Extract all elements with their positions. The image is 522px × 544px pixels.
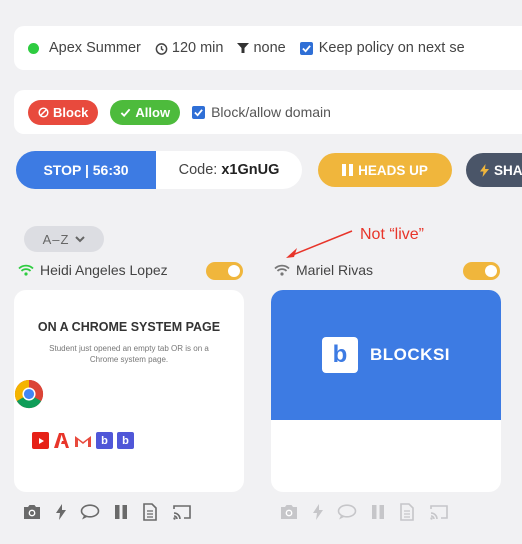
student-name-mariel[interactable]: Mariel Rivas <box>274 262 373 278</box>
lightning-icon <box>480 163 489 177</box>
active-status-dot <box>28 42 39 54</box>
screenshot-icon[interactable] <box>22 504 42 520</box>
chat-icon[interactable] <box>80 504 100 520</box>
student-tools-heidi <box>22 503 206 521</box>
screenshot-icon[interactable] <box>279 504 299 520</box>
chevron-down-icon <box>75 235 86 242</box>
student-tools-mariel <box>279 503 463 521</box>
cast-icon[interactable] <box>429 504 449 520</box>
session-controls: STOP | 56:30 Code: x1GnUG HEADS UP SHA <box>16 151 522 189</box>
card-description: Student just opened an empty tab OR is o… <box>49 344 209 364</box>
allow-button[interactable]: Allow <box>110 99 181 125</box>
chat-icon[interactable] <box>337 504 357 520</box>
wifi-offline-icon <box>274 264 290 276</box>
block-allow-domain-checkbox[interactable]: Block/allow domain <box>192 104 331 120</box>
action-bar: Block Allow Block/allow domain <box>14 90 522 134</box>
adobe-icon[interactable] <box>53 432 70 449</box>
stop-session-button[interactable]: STOP | 56:30 <box>16 151 156 189</box>
lightning-icon[interactable] <box>313 504 323 520</box>
heads-up-button[interactable]: HEADS UP <box>318 153 452 187</box>
keep-policy-checkbox[interactable]: Keep policy on next se <box>299 40 465 56</box>
pause-icon <box>342 164 354 176</box>
block-button[interactable]: Block <box>28 99 99 125</box>
lightning-icon[interactable] <box>56 504 66 520</box>
cast-icon[interactable] <box>172 504 192 520</box>
filter[interactable]: none <box>237 40 286 56</box>
card-title: ON A CHROME SYSTEM PAGE <box>37 320 221 334</box>
student-toggle-mariel[interactable] <box>463 262 500 280</box>
student-toggle-heidi[interactable] <box>206 262 243 280</box>
checkbox-icon <box>192 105 206 119</box>
document-icon[interactable] <box>399 503 415 521</box>
class-code: Code: x1GnUG <box>156 151 302 189</box>
gmail-icon[interactable] <box>74 434 92 448</box>
blocksi-app-icon[interactable]: b <box>96 432 113 449</box>
recent-apps: b b <box>32 432 138 449</box>
student-screen-card-mariel[interactable]: b BLOCKSI <box>271 290 501 492</box>
policy-name[interactable]: Apex Summer <box>49 40 141 56</box>
class-code-value: x1GnUG <box>221 162 280 178</box>
annotation-label: Not “live” <box>360 226 425 243</box>
chrome-icon <box>14 379 44 409</box>
blocksi-app-icon[interactable]: b <box>117 432 134 449</box>
youtube-icon[interactable] <box>32 432 49 449</box>
sort-dropdown[interactable]: A–Z <box>24 226 104 252</box>
policy-bar: Apex Summer 120 min none Keep policy on … <box>14 26 522 70</box>
filter-icon <box>237 43 250 53</box>
share-button[interactable]: SHA <box>466 153 522 187</box>
timer-icon <box>155 42 168 55</box>
pause-icon[interactable] <box>371 504 385 520</box>
pause-icon[interactable] <box>114 504 128 520</box>
wifi-live-icon <box>18 264 34 276</box>
blocksi-brand: BLOCKSI <box>370 345 450 364</box>
checkbox-icon <box>299 41 313 55</box>
annotation-arrow <box>286 230 353 258</box>
student-screen-card-heidi[interactable]: ON A CHROME SYSTEM PAGE Student just ope… <box>14 290 244 492</box>
blocksi-screen: b BLOCKSI <box>271 290 501 420</box>
block-icon <box>38 106 49 118</box>
document-icon[interactable] <box>142 503 158 521</box>
duration[interactable]: 120 min <box>155 40 223 56</box>
blocksi-logo-icon: b <box>322 337 358 373</box>
student-name-heidi[interactable]: Heidi Angeles Lopez <box>18 262 168 278</box>
check-icon <box>121 108 131 117</box>
